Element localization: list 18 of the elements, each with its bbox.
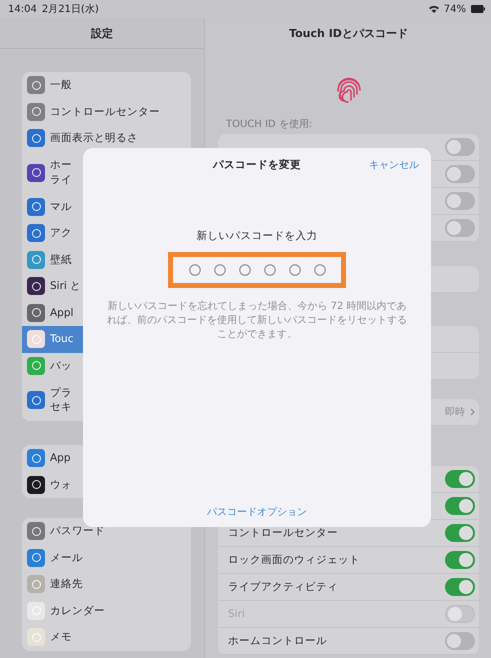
battery-percent: 74% bbox=[444, 4, 466, 14]
item-label-line: ライ bbox=[50, 172, 72, 187]
row-label: ロック画面のウィジェット bbox=[228, 553, 360, 567]
status-date: 2月21日(水) bbox=[42, 2, 99, 16]
row-label: ライブアクティビティ bbox=[228, 580, 338, 594]
item-label-line: セキ bbox=[50, 400, 72, 414]
item-label-line: ホー bbox=[50, 158, 72, 172]
row-label: ホームコントロール bbox=[228, 634, 327, 648]
sidebar-title: 設定 bbox=[91, 26, 113, 40]
row-value: 即時 bbox=[445, 406, 465, 419]
section-label: TOUCH ID を使用: bbox=[226, 118, 314, 131]
dialog-title: パスコードを変更 bbox=[213, 158, 301, 172]
status-time: 14:04 bbox=[8, 4, 37, 14]
page-title: Touch IDとパスコード bbox=[289, 26, 408, 40]
item-label-line: プラ bbox=[50, 386, 72, 400]
passcode-prompt: 新しいパスコードを入力 bbox=[196, 229, 318, 243]
hint-text: 新しいパスコードを忘れてしまった場合、今から 72 時間以内であれば、前のパスコードを使用して新しいパスコードをリセットすることができます。 bbox=[107, 300, 407, 342]
row-label: コントロールセンター bbox=[228, 526, 338, 540]
